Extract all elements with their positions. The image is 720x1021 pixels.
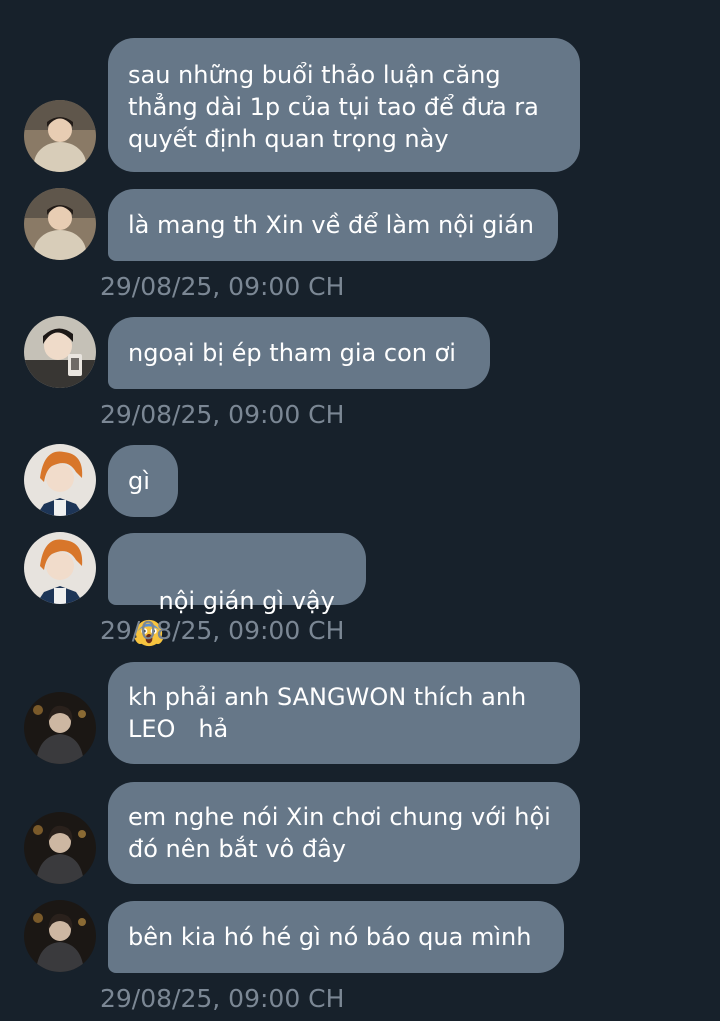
message-text: nội gián gì vậy	[158, 587, 335, 615]
message-bubble[interactable]: em nghe nói Xin chơi chung với hội đó nê…	[108, 782, 580, 884]
message-bubble[interactable]: kh phải anh SANGWON thích anh LEO hả	[108, 662, 580, 764]
message-bubble[interactable]: ngoại bị ép tham gia con ơi	[108, 317, 490, 389]
sender-avatar[interactable]	[24, 188, 96, 260]
message-bubble[interactable]: là mang th Xin về để làm nội gián	[108, 189, 558, 261]
message-timestamp: 29/08/25, 09:00 CH	[100, 616, 345, 645]
avatar-d-image	[24, 812, 96, 884]
sender-avatar[interactable]	[24, 444, 96, 516]
message-timestamp: 29/08/25, 09:00 CH	[100, 272, 345, 301]
sender-avatar[interactable]	[24, 900, 96, 972]
avatar-c-image	[24, 532, 96, 604]
avatar-b-image	[24, 316, 96, 388]
message-bubble[interactable]: nội gián gì vậy	[108, 533, 366, 647]
sender-avatar[interactable]	[24, 692, 96, 764]
sender-avatar[interactable]	[24, 316, 96, 388]
sender-avatar[interactable]	[24, 100, 96, 172]
avatar-d-image	[24, 692, 96, 764]
message-timestamp: 29/08/25, 09:00 CH	[100, 984, 345, 1013]
avatar-a-image	[24, 188, 96, 260]
sender-avatar[interactable]	[24, 532, 96, 604]
message-bubble[interactable]: bên kia hó hé gì nó báo qua mình	[108, 901, 564, 973]
sender-avatar[interactable]	[24, 812, 96, 884]
message-bubble[interactable]: sau những buổi thảo luận căng thẳng dài …	[108, 38, 580, 172]
message-bubble[interactable]: gì	[108, 445, 178, 517]
avatar-d-image	[24, 900, 96, 972]
avatar-a-image	[24, 100, 96, 172]
message-timestamp: 29/08/25, 09:00 CH	[100, 400, 345, 429]
avatar-c-image	[24, 444, 96, 516]
chat-list[interactable]: sau những buổi thảo luận căng thẳng dài …	[0, 0, 720, 1021]
